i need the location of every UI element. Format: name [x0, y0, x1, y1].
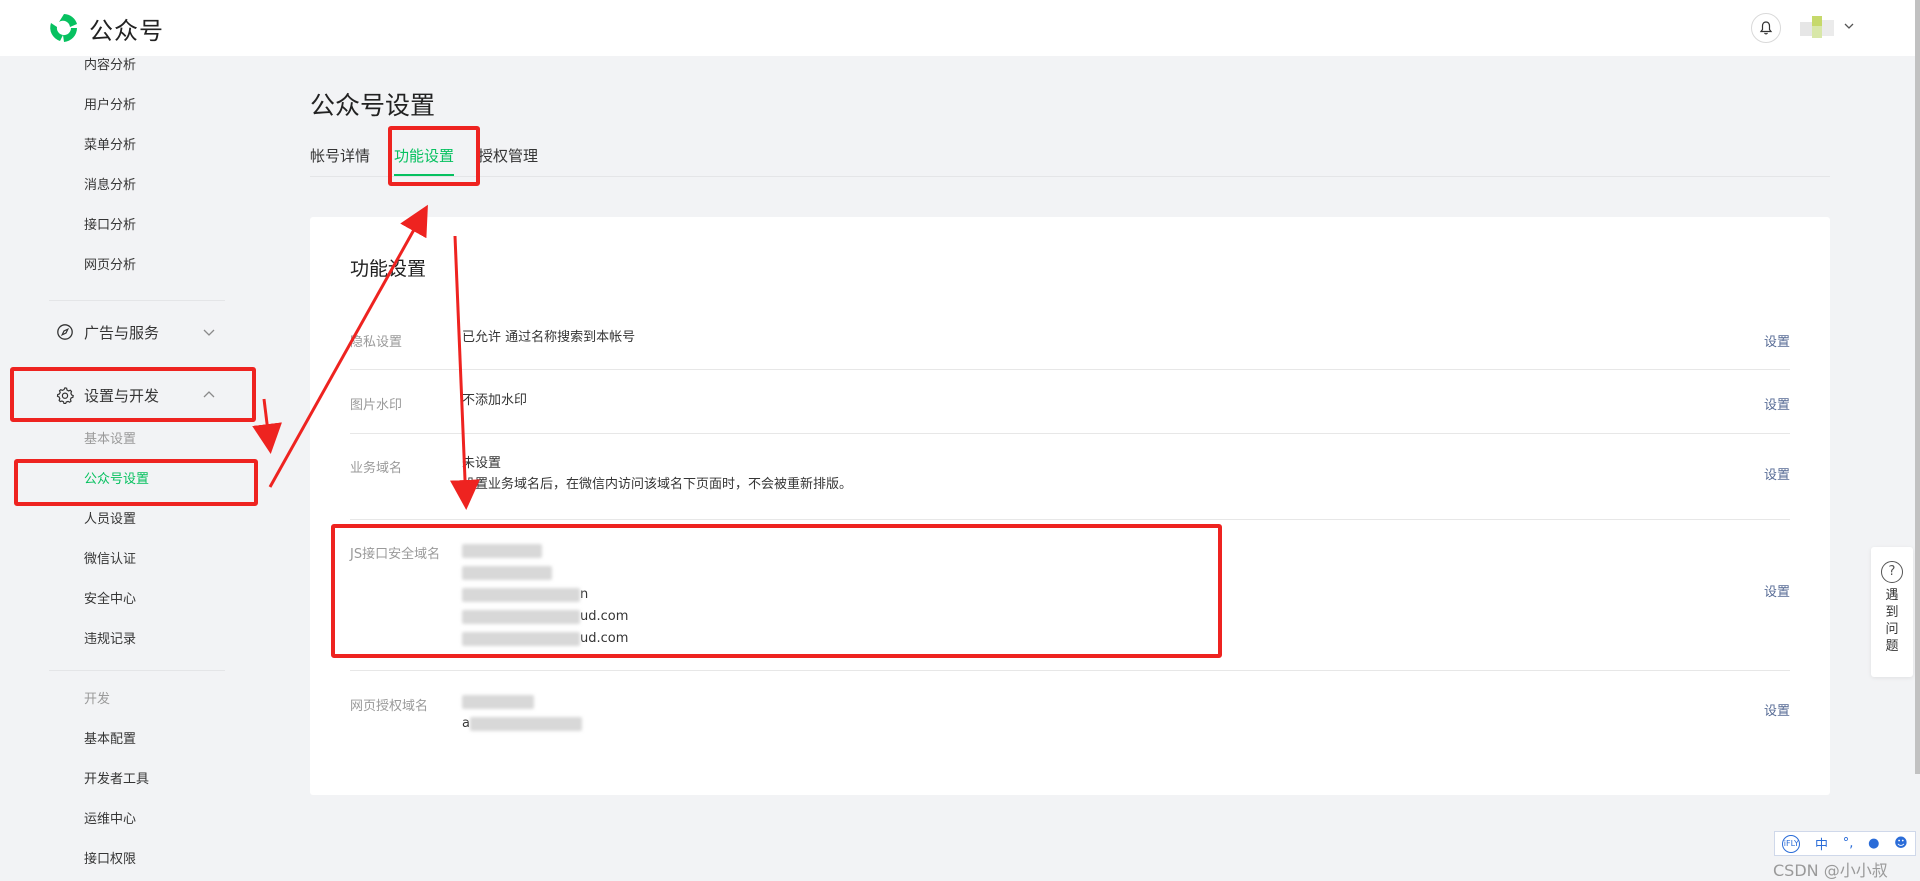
- microphone-icon[interactable]: ●: [1868, 836, 1879, 851]
- watermark: CSDN @小小叔: [1773, 861, 1888, 880]
- highlight-tab-box: [388, 126, 480, 186]
- logo-icon: [50, 14, 78, 42]
- setting-label: 网页授权域名: [350, 699, 429, 714]
- help-text: 遇到问题: [1885, 588, 1899, 654]
- scrollbar[interactable]: [1915, 0, 1920, 774]
- row-divider: [350, 433, 1790, 434]
- sidebar-item-menu-analysis[interactable]: 菜单分析: [84, 136, 136, 156]
- setting-label: 隐私设置: [350, 335, 403, 350]
- setting-value: 不添加水印: [462, 393, 528, 408]
- watermark-set-link[interactable]: 设置: [1764, 394, 1790, 413]
- privacy-set-link[interactable]: 设置: [1764, 331, 1790, 350]
- compass-icon: [57, 324, 73, 340]
- setting-value: 未设置: [462, 456, 502, 471]
- blurred-domain-1: [462, 691, 534, 713]
- logo[interactable]: 公众号: [46, 10, 164, 46]
- setting-label: 图片水印: [350, 398, 403, 413]
- sidebar-item-basic-config[interactable]: 基本配置: [84, 730, 136, 750]
- chevron-down-icon[interactable]: [1843, 20, 1855, 32]
- sidebar-item-content-analysis[interactable]: 内容分析: [84, 56, 136, 76]
- web-auth-domain-set-link[interactable]: 设置: [1764, 700, 1790, 719]
- sidebar-item-web-analysis[interactable]: 网页分析: [84, 256, 136, 276]
- bell-icon: [1759, 21, 1773, 35]
- sidebar-item-security-center[interactable]: 安全中心: [84, 590, 136, 610]
- tab-account-details[interactable]: 帐号详情: [310, 144, 370, 178]
- ime-toolbar: iFLY 中 °, ● ☻: [1774, 831, 1916, 856]
- sidebar-group-ads[interactable]: 广告与服务: [56, 318, 159, 346]
- sidebar-divider: [49, 670, 225, 671]
- help-widget[interactable]: ? 遇到问题: [1871, 547, 1913, 677]
- chevron-down-icon[interactable]: [201, 324, 217, 340]
- ime-chinese-toggle[interactable]: 中: [1815, 834, 1828, 853]
- sidebar-item-violations[interactable]: 违规记录: [84, 630, 136, 650]
- row-divider: [350, 369, 1790, 370]
- arrow-down-to-item: [252, 398, 282, 454]
- sidebar-item-ops-center[interactable]: 运维中心: [84, 810, 136, 830]
- row-divider: [350, 519, 1790, 520]
- sidebar-item-api-permissions[interactable]: 接口权限: [84, 850, 136, 870]
- tabs-divider: [310, 176, 1830, 177]
- app-name: 公众号: [89, 16, 164, 45]
- card-title: 功能设置: [350, 258, 427, 280]
- top-bar: 公众号: [0, 0, 1920, 56]
- sidebar-divider: [49, 300, 225, 301]
- avatar[interactable]: [1800, 14, 1836, 42]
- tab-authorization[interactable]: 授权管理: [478, 144, 538, 178]
- ifly-icon[interactable]: iFLY: [1782, 834, 1801, 853]
- sidebar-item-user-analysis[interactable]: 用户分析: [84, 96, 136, 116]
- setting-label: 业务域名: [350, 461, 403, 476]
- blurred-domain-2: a: [462, 713, 582, 735]
- setting-description: 设置业务域名后，在微信内访问该域名下页面时，不会被重新排版。: [462, 477, 853, 492]
- question-icon: ?: [1881, 561, 1903, 583]
- notification-button[interactable]: [1751, 13, 1781, 43]
- highlight-js-domain-box: [331, 524, 1222, 658]
- business-domain-set-link[interactable]: 设置: [1764, 464, 1790, 483]
- sidebar-item-wechat-verify[interactable]: 微信认证: [84, 550, 136, 570]
- page-title: 公众号设置: [310, 91, 436, 120]
- sidebar-item-dev-tools[interactable]: 开发者工具: [84, 770, 149, 790]
- highlight-settings-group-box: [10, 367, 256, 422]
- row-divider: [350, 670, 1790, 671]
- js-domain-set-link[interactable]: 设置: [1764, 581, 1790, 600]
- ime-punctuation-toggle[interactable]: °,: [1843, 836, 1854, 851]
- feature-settings-card: 功能设置 隐私设置 已允许 通过名称搜索到本帐号 设置 图片水印 不添加水印 设…: [310, 217, 1830, 795]
- sidebar-item-staff-settings[interactable]: 人员设置: [84, 510, 136, 530]
- user-icon[interactable]: ☻: [1894, 836, 1908, 851]
- sidebar-item-api-analysis[interactable]: 接口分析: [84, 216, 136, 236]
- sidebar-header-basic: 基本设置: [84, 432, 137, 447]
- sidebar-item-message-analysis[interactable]: 消息分析: [84, 176, 136, 196]
- sidebar-group-ads-label: 广告与服务: [84, 323, 160, 342]
- highlight-sidebar-item-box: [14, 459, 258, 506]
- setting-value: 已允许 通过名称搜索到本帐号: [462, 330, 636, 345]
- sidebar-header-dev: 开发: [84, 692, 111, 707]
